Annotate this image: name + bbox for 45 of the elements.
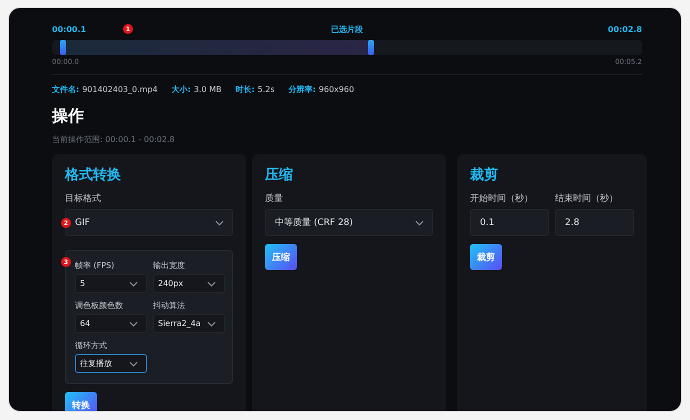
info-label: 大小: <box>172 85 191 94</box>
action-button[interactable]: 转换 <box>65 392 97 411</box>
select-field[interactable]: 5 <box>75 274 147 293</box>
card-title: 格式转换 <box>65 166 122 184</box>
range-handle[interactable] <box>60 40 66 55</box>
select-field[interactable]: 64 <box>75 314 147 333</box>
field-label: 目标格式 <box>65 192 102 205</box>
chevron-down-icon <box>129 320 138 326</box>
range-text: 当前操作范围: 00:00.1 - 00:02.8 <box>52 134 176 145</box>
info-value: 960x960 <box>318 85 354 94</box>
field-label: 调色板颜色数 <box>75 300 124 311</box>
action-button[interactable]: 裁剪 <box>470 244 502 270</box>
chevron-down-icon <box>207 280 216 286</box>
chevron-down-icon <box>215 220 224 226</box>
card-title: 压缩 <box>265 166 294 184</box>
timeline-track[interactable] <box>52 40 642 55</box>
field-label: 质量 <box>265 192 284 205</box>
field-label: 结束时间（秒） <box>555 192 619 205</box>
timeline-title: 已选片段 <box>331 24 363 34</box>
info-label: 时长: <box>235 85 255 94</box>
info-value: 3.0 MB <box>194 85 222 94</box>
select-field[interactable]: 中等质量 (CRF 28) <box>265 209 433 236</box>
section-heading: 操作 <box>52 106 85 127</box>
field-label: 抖动算法 <box>153 300 186 311</box>
start-time: 00:00.1 <box>52 24 86 34</box>
chevron-down-icon <box>129 360 138 366</box>
input-field[interactable]: 0.1 <box>470 209 549 236</box>
field-label: 开始时间（秒） <box>470 192 534 205</box>
info-value: 901402403_0.mp4 <box>82 85 158 94</box>
info-label: 文件名: <box>52 85 80 94</box>
info-label: 分辨率: <box>288 85 316 94</box>
field-label: 输出宽度 <box>153 260 186 271</box>
chevron-down-icon <box>207 320 216 326</box>
action-button[interactable]: 压缩 <box>265 244 297 270</box>
select-field[interactable]: Sierra2_4a <box>153 314 225 333</box>
field-label: 帧率 (FPS) <box>75 260 116 271</box>
chevron-down-icon <box>415 220 424 226</box>
select-field[interactable]: 240px <box>153 274 225 293</box>
field-label: 循环方式 <box>75 340 108 351</box>
card-title: 裁剪 <box>470 166 499 184</box>
chevron-down-icon <box>129 280 138 286</box>
end-time: 00:02.8 <box>608 24 642 34</box>
info-value: 5.2s <box>258 85 275 94</box>
input-field[interactable]: 2.8 <box>555 209 634 236</box>
select-field[interactable]: 往复播放 <box>75 354 147 373</box>
